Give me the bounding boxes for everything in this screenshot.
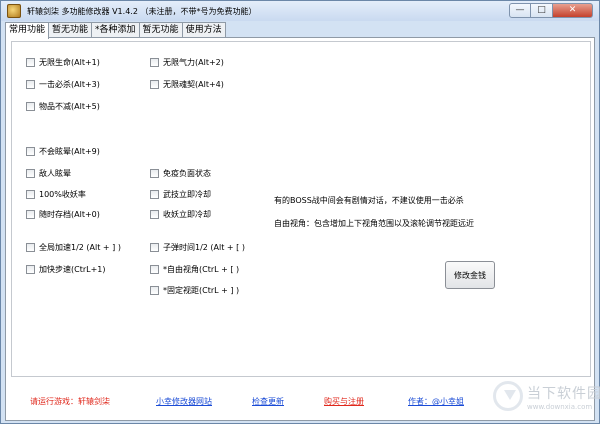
option-label: 不会眩晕(Alt+9) [39,147,100,156]
option-label: *固定视距(CtrL + ] ) [163,286,240,295]
tab-no-function-2[interactable]: 暂无功能 [138,22,183,38]
checkbox-icon[interactable] [26,147,35,156]
checkbox-icon[interactable] [26,210,35,219]
option-label: 一击必杀(Alt+3) [39,80,100,89]
register-link[interactable]: 购买与注册 [324,396,364,407]
option-global-speed[interactable]: 全局加速1/2 (Alt + ] ) [26,242,121,253]
option-no-stun[interactable]: 不会眩晕(Alt+9) [26,146,100,157]
checkbox-icon[interactable] [26,80,35,89]
checkbox-icon[interactable] [150,210,159,219]
option-free-camera[interactable]: *自由视角(CtrL + [ ) [150,264,239,275]
options-panel: 无限生命(Alt+1) 一击必杀(Alt+3) 物品不减(Alt+5) 不会眩晕… [11,41,591,377]
option-infinite-stamina[interactable]: 无限气力(Alt+2) [150,57,224,68]
option-label: 免疫负面状态 [163,169,211,178]
option-label: 无限气力(Alt+2) [163,58,224,67]
tab-various-add[interactable]: *各种添加 [91,22,140,38]
update-link[interactable]: 检查更新 [252,396,284,407]
checkbox-icon[interactable] [150,58,159,67]
tab-content: 无限生命(Alt+1) 一击必杀(Alt+3) 物品不减(Alt+5) 不会眩晕… [5,37,595,421]
checkbox-icon[interactable] [26,169,35,178]
option-label: 无限生命(Alt+1) [39,58,100,67]
checkbox-icon[interactable] [150,265,159,274]
option-one-hit-kill[interactable]: 一击必杀(Alt+3) [26,79,100,90]
option-capture-cooldown[interactable]: 收妖立即冷却 [150,209,211,220]
option-label: 收妖立即冷却 [163,210,211,219]
option-walk-speed[interactable]: 加快步速(CtrL+1) [26,264,106,275]
option-immune-debuffs[interactable]: 免疫负面状态 [150,168,211,179]
watermark-url: www.downxia.com [527,403,593,411]
watermark: 当下软件园 www.downxia.com [493,381,600,417]
checkbox-icon[interactable] [150,286,159,295]
modify-money-button[interactable]: 修改金钱 [445,261,495,289]
download-logo-icon [493,381,523,411]
checkbox-icon[interactable] [150,80,159,89]
app-icon [7,4,21,18]
option-capture-rate[interactable]: 100%收妖率 [26,189,86,200]
title-bar[interactable]: 轩辕剑柒 多功能修改器 V1.4.2 （未注册，不带*号为免费功能） — □ ✕ [1,1,599,21]
author-link[interactable]: 作者：@小幸姐 [408,396,464,407]
maximize-button[interactable]: □ [531,3,553,18]
watermark-text: 当下软件园 [527,386,600,402]
option-label: 物品不减(Alt+5) [39,102,100,111]
option-save-anytime[interactable]: 随时存档(Alt+0) [26,209,100,220]
game-prompt: 请运行游戏：轩辕剑柒 [30,397,110,406]
option-label: 武技立即冷却 [163,190,211,199]
option-label: 子弹时间1/2 (Alt + [ ) [163,243,245,252]
tab-no-function-1[interactable]: 暂无功能 [48,22,93,38]
option-label: *自由视角(CtrL + [ ) [163,265,240,274]
checkbox-icon[interactable] [26,102,35,111]
option-label: 加快步速(CtrL+1) [39,265,106,274]
minimize-button[interactable]: — [509,3,531,18]
close-button[interactable]: ✕ [553,3,593,18]
option-items-no-decrease[interactable]: 物品不减(Alt+5) [26,101,100,112]
camera-note: 自由视角：包含增加上下视角范围以及滚轮调节视距远近 [274,219,474,228]
option-label: 敌人眩晕 [39,169,71,178]
window-controls: — □ ✕ [509,3,593,18]
option-enemy-stun[interactable]: 敌人眩晕 [26,168,71,179]
checkbox-icon[interactable] [150,169,159,178]
checkbox-icon[interactable] [26,190,35,199]
option-infinite-soul-contract[interactable]: 无限魂契(Alt+4) [150,79,224,90]
option-label: 100%收妖率 [39,190,86,199]
option-fixed-distance[interactable]: *固定视距(CtrL + ] ) [150,285,239,296]
checkbox-icon[interactable] [150,243,159,252]
checkbox-icon[interactable] [26,243,35,252]
option-label: 全局加速1/2 (Alt + ] ) [39,243,121,252]
checkbox-icon[interactable] [26,265,35,274]
checkbox-icon[interactable] [26,58,35,67]
option-label: 随时存档(Alt+0) [39,210,100,219]
option-skill-cooldown[interactable]: 武技立即冷却 [150,189,211,200]
tab-common-functions[interactable]: 常用功能 [5,22,50,39]
window-title: 轩辕剑柒 多功能修改器 V1.4.2 （未注册，不带*号为免费功能） [27,7,257,16]
tab-bar: 常用功能 暂无功能 *各种添加 暂无功能 使用方法 [5,22,226,39]
checkbox-icon[interactable] [150,190,159,199]
main-window: 轩辕剑柒 多功能修改器 V1.4.2 （未注册，不带*号为免费功能） — □ ✕… [0,0,600,424]
option-infinite-health[interactable]: 无限生命(Alt+1) [26,57,100,68]
site-link[interactable]: 小幸修改器网站 [156,396,212,407]
option-label: 无限魂契(Alt+4) [163,80,224,89]
boss-note: 有的BOSS战中间会有剧情对话，不建议使用一击必杀 [274,196,464,205]
option-bullet-time[interactable]: 子弹时间1/2 (Alt + [ ) [150,242,245,253]
tab-usage[interactable]: 使用方法 [181,22,226,38]
